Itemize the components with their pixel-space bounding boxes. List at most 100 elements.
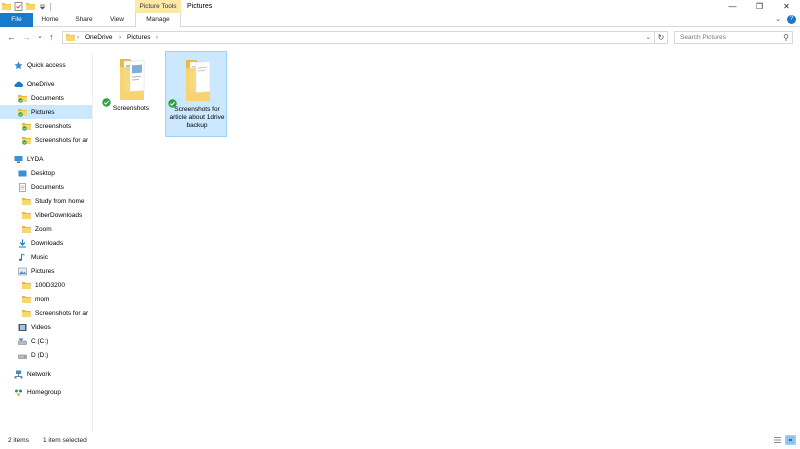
file-list: Screenshots Screenshots for article abou [94,47,800,432]
details-view-icon[interactable] [772,435,783,445]
folder-icon [22,225,31,234]
breadcrumb-separator[interactable]: › [156,32,158,43]
address-row: ← → ⌄ ↑ › OneDrive › Pictures › ⌄ ↻ ⚲ [0,29,800,46]
nav-item-desktop[interactable]: Desktop [0,166,92,180]
new-folder-icon[interactable] [26,2,35,11]
nav-item-homegroup[interactable]: Homegroup [0,385,92,399]
nav-item-label: Study from home [35,197,85,205]
nav-item-downloads[interactable]: Downloads [0,236,92,250]
nav-item-label: Documents [31,183,64,191]
tab-file[interactable]: File [0,13,33,27]
properties-icon[interactable] [14,2,23,11]
breadcrumb-pictures[interactable]: Pictures [127,32,150,43]
folder-synced-icon [18,108,27,117]
forward-button[interactable]: → [22,32,31,42]
breadcrumb-separator[interactable]: › [119,32,121,43]
folder-thumbnail-icon [108,55,154,101]
nav-item-label: Screenshots [35,122,72,130]
navigation-pane: Quick access OneDrive Documents Pictures Scr… [0,52,93,432]
minimize-button[interactable]: — [719,0,746,13]
nav-item-videos[interactable]: Videos [0,320,92,334]
nav-item-label: Videos [31,323,51,331]
refresh-button[interactable]: ↻ [655,31,668,44]
nav-item-label: Downloads [31,239,64,247]
close-button[interactable]: ✕ [773,0,800,13]
window-title: Pictures [187,3,213,10]
search-input[interactable] [675,32,775,43]
file-explorer-window: Picture Tools Pictures — ❐ ✕ File Home S… [0,0,800,449]
nav-item-documents[interactable]: Documents [0,180,92,194]
nav-item-study-from-home[interactable]: Study from home [0,194,92,208]
address-bar[interactable]: › OneDrive › Pictures › ⌄ [62,31,655,44]
documents-icon [18,182,27,192]
folder-thumbnail-icon [174,56,220,102]
folder-icon [22,281,31,290]
nav-item-zoom[interactable]: Zoom [0,222,92,236]
search-icon[interactable]: ⚲ [783,33,789,42]
breadcrumb-separator[interactable]: › [77,32,79,43]
back-button[interactable]: ← [7,32,16,42]
nav-item-label: D (D:) [31,351,49,359]
tab-manage[interactable]: Manage [135,13,181,28]
item-count: 2 items [8,437,29,444]
nav-item-d-d[interactable]: D (D:) [0,348,92,362]
nav-item-documents[interactable]: Documents [0,91,92,105]
large-icons-view-icon[interactable] [785,435,796,445]
computer-icon [14,155,23,164]
nav-item-label: Screenshots for ar [35,309,89,317]
nav-item-screenshots-for-ar[interactable]: Screenshots for ar [0,133,92,147]
picture-tools-context-label: Picture Tools [135,0,181,13]
window-controls: — ❐ ✕ [719,0,800,13]
file-name: Screenshots for article about 1drive bac… [169,106,225,129]
nav-item-label: Pictures [31,267,55,275]
nav-item-label: ViberDownloads [35,211,83,219]
nav-item-pictures[interactable]: Pictures [0,264,92,278]
nav-item-viberdownloads[interactable]: ViberDownloads [0,208,92,222]
customize-toolbar-icon[interactable] [38,2,47,11]
tab-share[interactable]: Share [70,13,98,27]
quick-access-toolbar [2,1,51,12]
address-history-dropdown[interactable]: ⌄ [646,32,651,43]
nav-item-label: Screenshots for ar [35,136,89,144]
breadcrumb-onedrive[interactable]: OneDrive [85,32,112,43]
toolbar-separator [50,2,51,11]
ribbon-tabs: File Home Share View Manage ⌄ ? [0,13,800,28]
nav-item-network[interactable]: Network [0,367,92,381]
nav-item-screenshots[interactable]: Screenshots [0,119,92,133]
folder-icon [22,197,31,206]
help-icon[interactable]: ? [787,15,796,24]
nav-item-label: C (C:) [31,337,49,345]
nav-item-onedrive[interactable]: OneDrive [0,77,92,91]
folder-icon [2,2,11,11]
nav-item-music[interactable]: Music [0,250,92,264]
folder-tile-screenshots[interactable]: Screenshots [100,51,162,137]
nav-item-label: 100D3200 [35,281,65,289]
cloud-icon [14,80,23,89]
recent-locations-button[interactable]: ⌄ [37,32,43,42]
folder-synced-icon [18,94,27,103]
nav-item-screenshots-for-ar[interactable]: Screenshots for ar [0,306,92,320]
maximize-button[interactable]: ❐ [746,0,773,13]
tab-home[interactable]: Home [36,13,64,27]
nav-item-mom[interactable]: mom [0,292,92,306]
nav-item-quick-access[interactable]: Quick access [0,58,92,72]
status-bar: 2 items 1 item selected [0,434,800,449]
ribbon-right-controls: ⌄ ? [775,15,796,24]
tab-view[interactable]: View [104,13,130,27]
desktop-icon [18,169,27,178]
expand-ribbon-icon[interactable]: ⌄ [775,15,781,24]
nav-item-label: Documents [31,94,64,102]
folder-icon [22,295,31,304]
nav-item-pictures[interactable]: Pictures [0,105,92,119]
up-button[interactable]: ↑ [49,32,54,42]
folder-tile-screenshots-article[interactable]: Screenshots for article about 1drive bac… [165,51,227,137]
nav-item-label: OneDrive [27,80,55,88]
search-box[interactable]: ⚲ [674,31,793,44]
nav-item-label: Network [27,370,51,378]
pictures-icon [18,267,27,276]
nav-item-c-c[interactable]: C (C:) [0,334,92,348]
file-name: Screenshots [112,105,150,112]
nav-item-100d3200[interactable]: 100D3200 [0,278,92,292]
folder-synced-icon [22,122,31,131]
nav-item-lyda[interactable]: LYDA [0,152,92,166]
